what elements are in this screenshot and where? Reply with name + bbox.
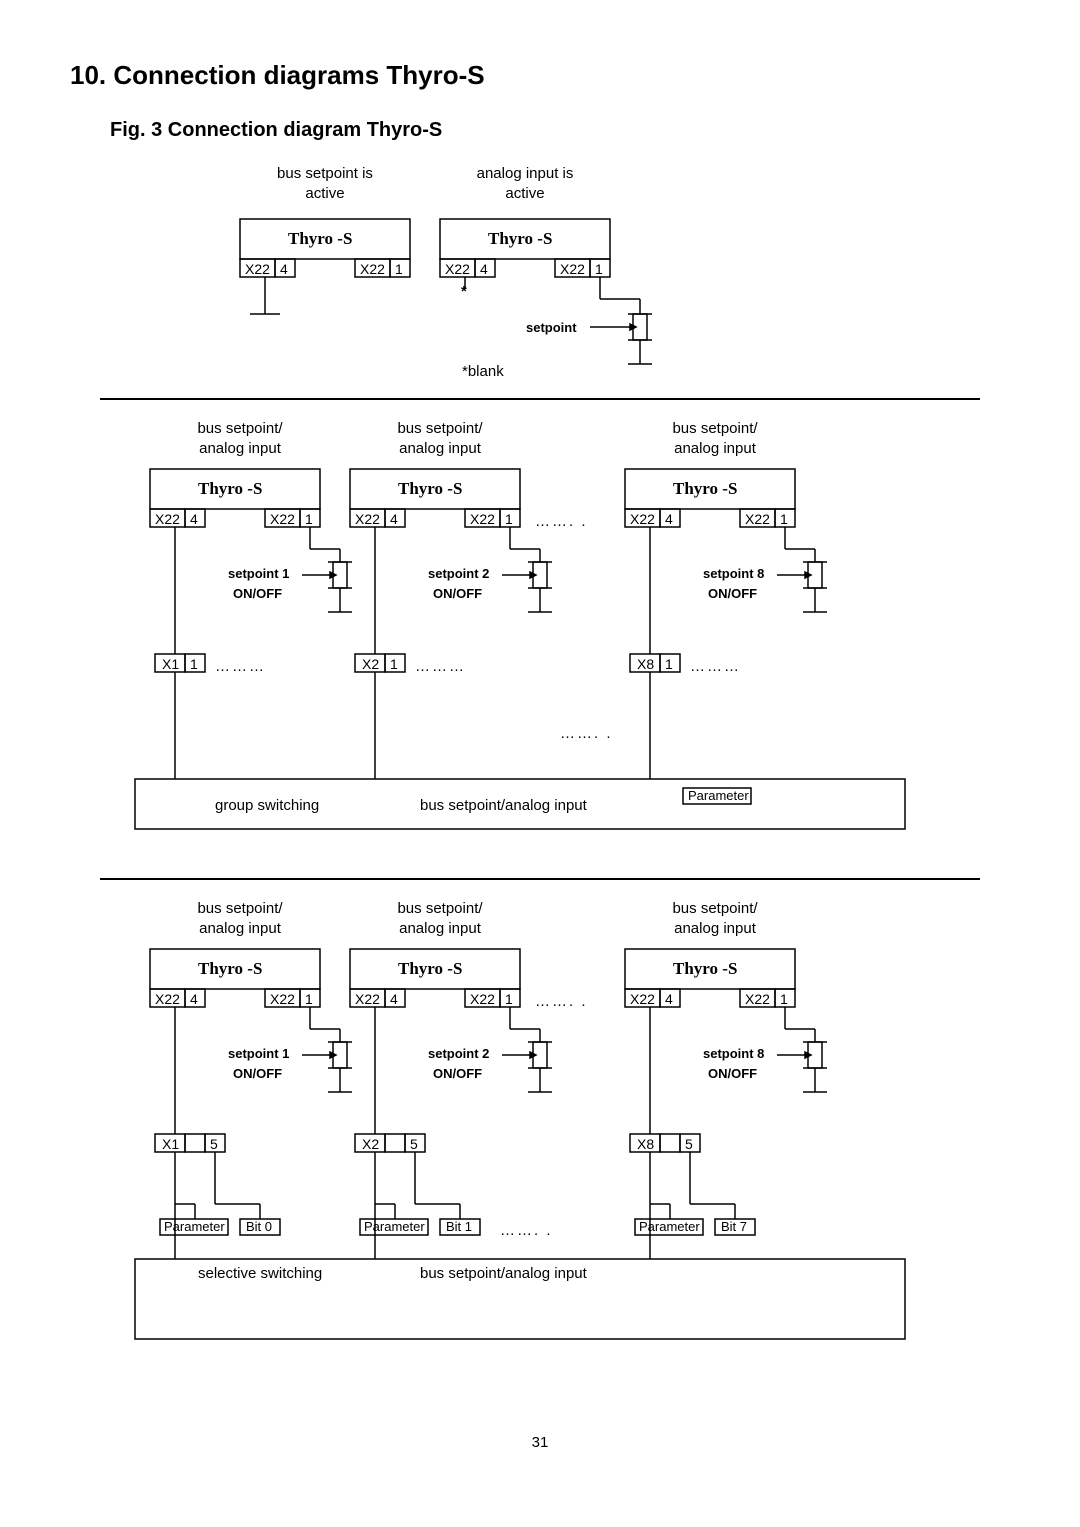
dots-h: ……. .	[535, 992, 588, 1012]
pin-4: 4	[280, 260, 288, 278]
lbl-bus-analog: bus setpoint/analog input	[365, 899, 515, 938]
dots-h: ……. .	[535, 512, 588, 532]
pin-1: 1	[190, 655, 198, 673]
pin-4: 4	[390, 990, 398, 1008]
sp2: setpoint 2	[428, 566, 489, 583]
dots-h: ……. .	[500, 1221, 553, 1241]
pin-x22: X22	[270, 990, 295, 1008]
dots: ………	[690, 657, 741, 677]
section-heading: 10. Connection diagrams Thyro-S	[70, 60, 1010, 91]
pin-4: 4	[390, 510, 398, 528]
pin-5: 5	[685, 1135, 693, 1153]
page-number: 31	[70, 1434, 1010, 1451]
pin-4: 4	[665, 510, 673, 528]
pin-4: 4	[665, 990, 673, 1008]
pin-1: 1	[595, 260, 603, 278]
pin-4: 4	[190, 990, 198, 1008]
pin-1: 1	[780, 990, 788, 1008]
diagram-canvas: bus setpoint isactive analog input isact…	[70, 164, 1010, 1414]
pin-x22: X22	[470, 990, 495, 1008]
onoff: ON/OFF	[233, 586, 282, 603]
dots: ………	[215, 657, 266, 677]
onoff: ON/OFF	[433, 1066, 482, 1083]
lbl-bus-analog-2: bus setpoint/analog input	[365, 419, 515, 458]
pin-1: 1	[390, 655, 398, 673]
pin-x22: X22	[630, 990, 655, 1008]
sel-sw: selective switching	[198, 1264, 322, 1284]
bit0: Bit 0	[246, 1219, 272, 1236]
pin-x22: X22	[155, 510, 180, 528]
bus-analog-line: bus setpoint/analog input	[420, 1264, 587, 1284]
device-label: Thyro -S	[673, 478, 737, 500]
pin-x22: X22	[355, 510, 380, 528]
onoff: ON/OFF	[708, 1066, 757, 1083]
dots: ………	[415, 657, 466, 677]
figure-caption: Fig. 3 Connection diagram Thyro-S	[110, 119, 1010, 142]
pin-x2: X2	[362, 1135, 379, 1153]
lbl-bus-active: bus setpoint isactive	[250, 164, 400, 203]
pin-x22: X22	[270, 510, 295, 528]
pin-x22: X22	[745, 510, 770, 528]
param-label: Parameter	[364, 1219, 425, 1236]
sp8: setpoint 8	[703, 1046, 764, 1063]
pin-x22: X22	[245, 260, 270, 278]
device-label-1: Thyro -S	[288, 228, 352, 250]
pin-x22: X22	[745, 990, 770, 1008]
sp8: setpoint 8	[703, 566, 764, 583]
pin-1: 1	[780, 510, 788, 528]
pin-x22: X22	[360, 260, 385, 278]
pin-x1: X1	[162, 1135, 179, 1153]
bit7: Bit 7	[721, 1219, 747, 1236]
pin-1: 1	[305, 510, 313, 528]
pin-4: 4	[480, 260, 488, 278]
pin-x22: X22	[630, 510, 655, 528]
sp1: setpoint 1	[228, 566, 289, 583]
pin-x22: X22	[560, 260, 585, 278]
dots-h: ……. .	[560, 724, 613, 744]
pin-x22: X22	[155, 990, 180, 1008]
onoff: ON/OFF	[433, 586, 482, 603]
lbl-bus-analog-3: bus setpoint/analog input	[640, 419, 790, 458]
setpoint-label: setpoint	[526, 320, 577, 337]
blank-note: *blank	[462, 362, 504, 382]
pin-x22: X22	[445, 260, 470, 278]
device-label: Thyro -S	[398, 958, 462, 980]
group-sw: group switching	[215, 796, 319, 816]
sp2: setpoint 2	[428, 1046, 489, 1063]
pin-x8: X8	[637, 1135, 654, 1153]
star-mark: *	[461, 282, 467, 302]
device-label: Thyro -S	[198, 958, 262, 980]
param-label: Parameter	[639, 1219, 700, 1236]
device-label: Thyro -S	[673, 958, 737, 980]
pin-1: 1	[505, 510, 513, 528]
pin-x22: X22	[355, 990, 380, 1008]
pin-1: 1	[395, 260, 403, 278]
pin-5: 5	[210, 1135, 218, 1153]
pin-1: 1	[305, 990, 313, 1008]
lbl-bus-analog: bus setpoint/analog input	[165, 899, 315, 938]
pin-4: 4	[190, 510, 198, 528]
param-label: Parameter	[688, 788, 749, 805]
pin-1: 1	[505, 990, 513, 1008]
onoff: ON/OFF	[233, 1066, 282, 1083]
device-label: Thyro -S	[398, 478, 462, 500]
device-label: Thyro -S	[198, 478, 262, 500]
lbl-bus-analog: bus setpoint/analog input	[640, 899, 790, 938]
pin-x1: X1	[162, 655, 179, 673]
pin-x2: X2	[362, 655, 379, 673]
onoff: ON/OFF	[708, 586, 757, 603]
pin-5: 5	[410, 1135, 418, 1153]
lbl-bus-analog-1: bus setpoint/analog input	[165, 419, 315, 458]
device-label-2: Thyro -S	[488, 228, 552, 250]
lbl-analog-active: analog input isactive	[450, 164, 600, 203]
pin-x22: X22	[470, 510, 495, 528]
pin-1: 1	[665, 655, 673, 673]
sp1: setpoint 1	[228, 1046, 289, 1063]
pin-x8: X8	[637, 655, 654, 673]
param-label: Parameter	[164, 1219, 225, 1236]
bit1: Bit 1	[446, 1219, 472, 1236]
bus-analog-line: bus setpoint/analog input	[420, 796, 587, 816]
